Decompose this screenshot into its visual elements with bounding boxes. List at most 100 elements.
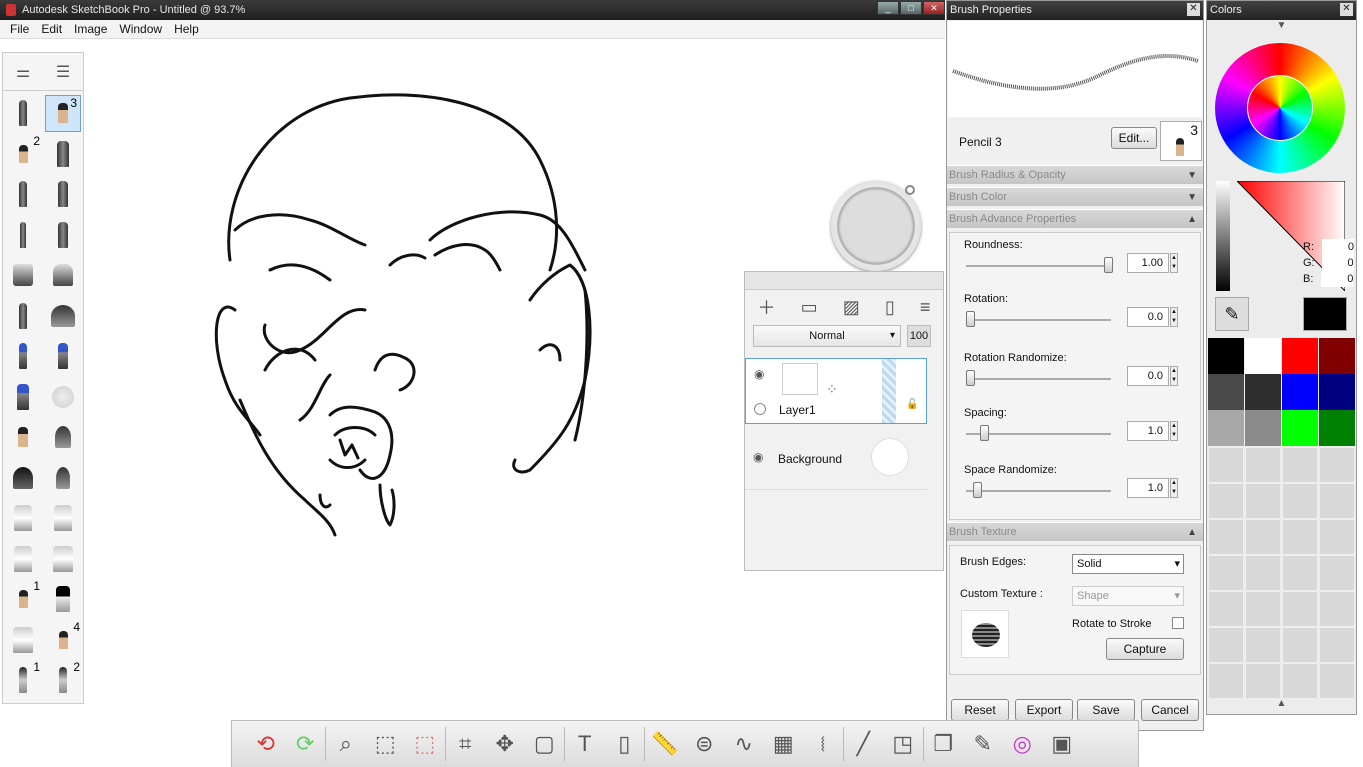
brush-preset-thumb[interactable]: 3 xyxy=(1160,121,1202,161)
empty-swatch[interactable] xyxy=(1245,591,1281,627)
transform-icon[interactable]: ▢ xyxy=(525,731,565,757)
line-icon[interactable]: ╱ xyxy=(844,731,884,757)
color-swatch[interactable] xyxy=(1208,410,1244,446)
menu-image[interactable]: Image xyxy=(68,22,113,36)
menu-help[interactable]: Help xyxy=(168,22,205,36)
empty-swatch[interactable] xyxy=(1282,591,1318,627)
eye-icon[interactable]: ◉ xyxy=(754,367,764,381)
gray-ramp[interactable] xyxy=(1216,181,1230,291)
layer-row-background[interactable]: ◉ Background xyxy=(745,424,927,490)
color-swatch[interactable] xyxy=(1319,338,1355,374)
bristle-brush[interactable] xyxy=(43,417,83,458)
color-wheel[interactable] xyxy=(1215,43,1345,173)
collapse-up-icon[interactable]: ▼ xyxy=(1207,20,1356,36)
text-icon[interactable]: T xyxy=(565,731,605,757)
slider-value-input[interactable]: 0.0 xyxy=(1127,307,1169,327)
color-wheel-inner[interactable] xyxy=(1247,75,1313,141)
empty-swatch[interactable] xyxy=(1319,663,1355,699)
empty-swatch[interactable] xyxy=(1245,483,1281,519)
add-layer-icon[interactable]: ＋ xyxy=(758,294,776,320)
chisel-brush[interactable] xyxy=(3,296,43,337)
slider-track[interactable] xyxy=(966,319,1111,321)
white-brush-3[interactable] xyxy=(3,539,43,580)
undo-icon[interactable]: ⟲ xyxy=(246,731,286,757)
brush-puck[interactable] xyxy=(831,181,921,271)
symmetry-icon[interactable]: ⧙ xyxy=(803,731,843,757)
layers-icon[interactable]: ❐ xyxy=(924,731,964,757)
section-brush-color[interactable]: Brush Color ▼ xyxy=(947,187,1203,206)
layer-select-radio[interactable] xyxy=(754,403,766,415)
ellipse-guide-icon[interactable]: ⊜ xyxy=(685,731,725,757)
hard-eraser-brush[interactable] xyxy=(3,255,43,296)
color-swatch[interactable] xyxy=(1282,374,1318,410)
empty-swatch[interactable] xyxy=(1208,663,1244,699)
spinner-icon[interactable]: ▲ ▼ xyxy=(1170,366,1178,386)
slider-track[interactable] xyxy=(966,265,1111,267)
crop-icon[interactable]: ⌗ xyxy=(446,731,486,757)
pencil-2-brush[interactable]: 2 xyxy=(3,134,43,175)
background-color-swatch[interactable] xyxy=(871,438,909,476)
blue-marker-brush[interactable] xyxy=(43,336,83,377)
slider-thumb[interactable] xyxy=(966,311,975,327)
round-brush[interactable] xyxy=(3,458,43,499)
add-image-icon[interactable]: ▨ xyxy=(843,297,860,318)
chisel-marker-brush[interactable] xyxy=(43,579,83,620)
color-swatch[interactable] xyxy=(1245,338,1281,374)
color-swatch[interactable] xyxy=(1282,338,1318,374)
pen-2-brush[interactable]: 2 xyxy=(43,660,83,701)
empty-swatch[interactable] xyxy=(1319,591,1355,627)
export-button[interactable]: Export xyxy=(1015,699,1073,721)
clear-layer-icon[interactable]: ▯ xyxy=(885,297,895,318)
slider-track[interactable] xyxy=(966,378,1111,380)
white-brush-1[interactable] xyxy=(3,498,43,539)
empty-swatch[interactable] xyxy=(1282,663,1318,699)
ink-pen-brush[interactable] xyxy=(3,174,43,215)
current-color-swatch[interactable] xyxy=(1303,297,1347,331)
color-wheel-icon[interactable]: ◎ xyxy=(1003,731,1043,757)
close-icon[interactable]: ✕ xyxy=(1187,3,1200,16)
white-brush-4[interactable] xyxy=(43,539,83,580)
empty-swatch[interactable] xyxy=(1208,591,1244,627)
color-swatch[interactable] xyxy=(1319,374,1355,410)
brushes-icon[interactable]: ✎ xyxy=(963,731,1003,757)
empty-swatch[interactable] xyxy=(1245,555,1281,591)
color-swatch[interactable] xyxy=(1208,374,1244,410)
empty-swatch[interactable] xyxy=(1319,447,1355,483)
marker-brush[interactable] xyxy=(43,134,83,175)
b-value[interactable]: 0 xyxy=(1321,271,1354,287)
custom-texture-select[interactable]: Shape ▾ xyxy=(1072,586,1184,606)
eye-icon[interactable]: ◉ xyxy=(753,450,763,464)
layer-row-layer1[interactable]: ◉ ⁘ Layer1 🔓 xyxy=(745,358,927,424)
empty-swatch[interactable] xyxy=(1282,447,1318,483)
pencil-3-brush[interactable]: 3 xyxy=(45,95,81,132)
move-icon[interactable]: ✥ xyxy=(485,731,525,757)
menu-edit[interactable]: Edit xyxy=(35,22,68,36)
sliders-icon[interactable]: ⚌ xyxy=(16,62,30,82)
layer-opacity-bar[interactable] xyxy=(882,359,896,423)
empty-swatch[interactable] xyxy=(1282,483,1318,519)
fan-brush[interactable] xyxy=(43,296,83,337)
ui-toggle-icon[interactable]: ▣ xyxy=(1042,731,1082,757)
airbrush-brush[interactable] xyxy=(43,215,83,256)
smudge-brush[interactable] xyxy=(3,417,43,458)
lock-icon[interactable]: 🔓 xyxy=(906,399,918,410)
empty-swatch[interactable] xyxy=(1208,447,1244,483)
color-swatch[interactable] xyxy=(1208,338,1244,374)
capture-button[interactable]: Capture xyxy=(1106,638,1184,660)
zoom-icon[interactable]: ⌕ xyxy=(326,731,366,757)
section-advance-properties[interactable]: Brush Advance Properties ▲ xyxy=(947,209,1203,228)
empty-swatch[interactable] xyxy=(1319,555,1355,591)
brush-edges-select[interactable]: Solid ▾ xyxy=(1072,554,1184,574)
blue-pen-brush[interactable] xyxy=(3,336,43,377)
ruler-icon[interactable]: 📏 xyxy=(645,731,685,757)
pencil-brush[interactable] xyxy=(3,93,43,134)
slider-thumb[interactable] xyxy=(966,370,975,386)
slider-track[interactable] xyxy=(966,490,1111,492)
empty-swatch[interactable] xyxy=(1208,627,1244,663)
pen-holder-brush[interactable] xyxy=(3,620,43,661)
empty-swatch[interactable] xyxy=(1208,519,1244,555)
ballpoint-brush[interactable] xyxy=(3,215,43,256)
layer-menu-icon[interactable]: ≡ xyxy=(920,297,931,318)
opacity-value[interactable]: 100 xyxy=(907,325,931,347)
maximize-button[interactable]: □ xyxy=(900,1,922,15)
